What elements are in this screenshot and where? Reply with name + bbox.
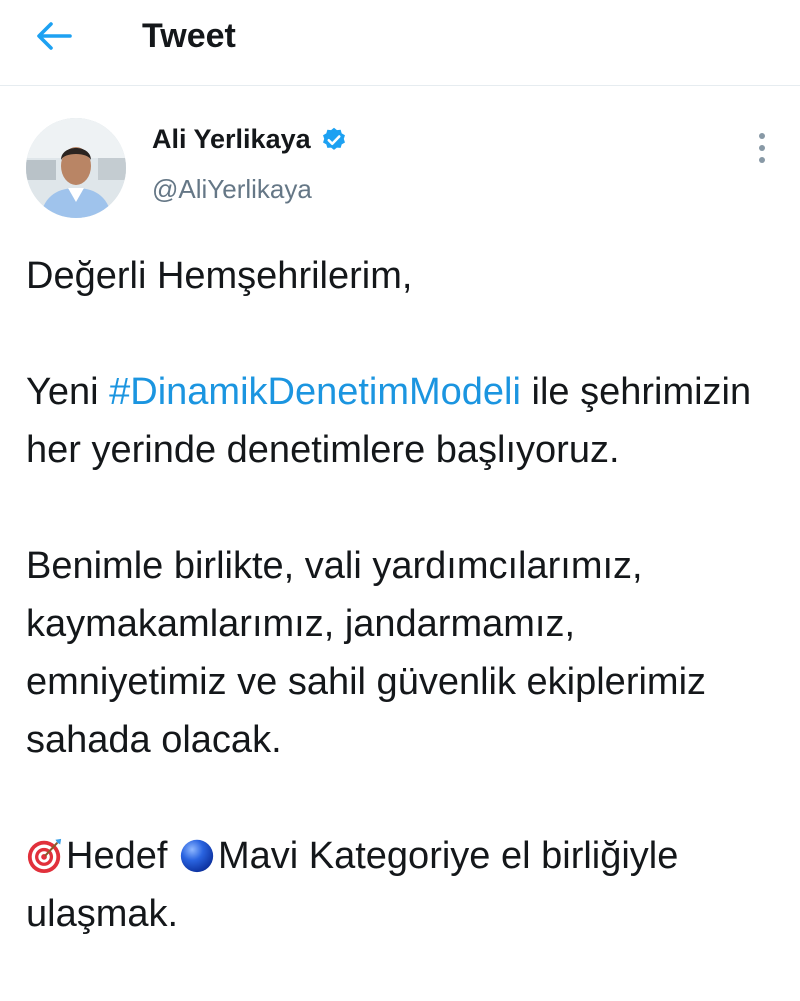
top-bar: Tweet: [0, 0, 800, 86]
arrow-left-icon: [37, 22, 72, 50]
blue-circle-emoji: [180, 839, 214, 873]
more-options-button[interactable]: [748, 126, 776, 170]
author-handle[interactable]: @AliYerlikaya: [152, 174, 312, 205]
verified-badge-icon: [322, 127, 345, 150]
back-button[interactable]: [30, 14, 78, 58]
text-segment: Hedef: [66, 835, 178, 877]
more-dot: [759, 157, 765, 163]
page-title: Tweet: [142, 17, 236, 55]
author-name-row: Ali Yerlikaya: [152, 124, 348, 155]
more-vertical-icon: [759, 133, 765, 139]
tweet-paragraph-greeting: Değerli Hemşehrilerim,: [26, 255, 413, 297]
hashtag-link[interactable]: #DinamikDenetimModeli: [109, 371, 521, 413]
avatar[interactable]: [26, 118, 126, 218]
tweet-text: Değerli Hemşehrilerim, Yeni #DinamikDene…: [26, 247, 786, 1001]
avatar-image: [26, 118, 126, 218]
author-display-name[interactable]: Ali Yerlikaya: [152, 124, 311, 155]
direct-hit-target-emoji: [27, 838, 62, 874]
text-segment: Yeni: [26, 371, 110, 413]
tweet-author-header: Ali Yerlikaya @AliYerlikaya: [26, 118, 776, 218]
tweet-paragraph-goal: Hedef Mavi Kategoriye el birliğiyle ulaş…: [26, 827, 786, 943]
more-dot: [759, 145, 765, 151]
tweet-paragraph-announcement: Yeni #DinamikDenetimModeli ile şehrimizi…: [26, 363, 786, 479]
tweet-paragraph-participants: Benimle birlikte, vali yardımcılarımız, …: [26, 545, 707, 761]
